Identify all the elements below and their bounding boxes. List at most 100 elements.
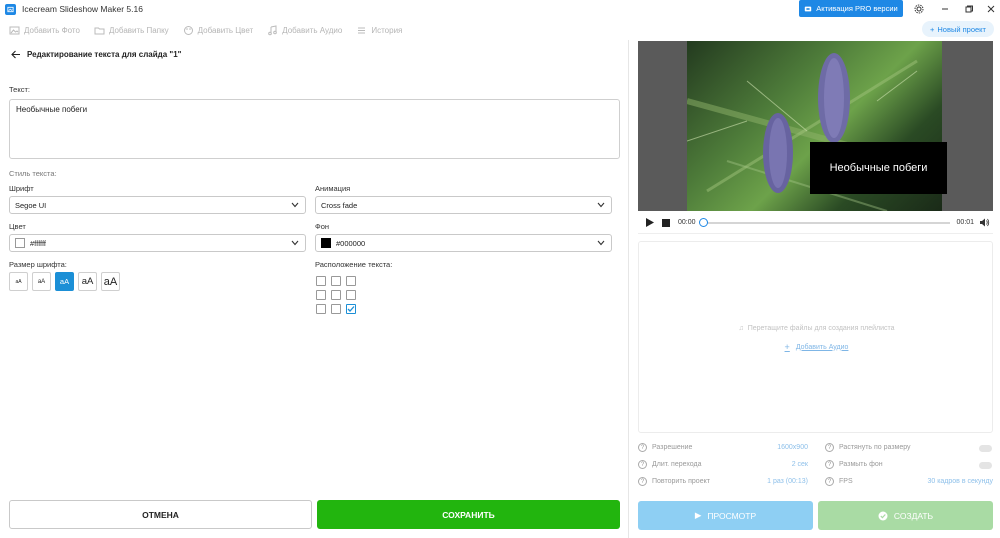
add-folder-button[interactable]: Добавить Папку [94,25,169,36]
play-icon[interactable] [646,218,654,227]
new-project-label: Новый проект [937,24,986,34]
background-color-value: #000000 [336,238,366,248]
font-select[interactable]: Segoe UI [9,196,306,214]
app-logo-icon [5,3,16,15]
text-editor-panel: Редактирование текста для слайда "1" Тек… [0,40,628,538]
font-size-option[interactable]: aA [78,272,97,291]
font-size-label: Размер шрифта: [9,260,67,269]
repeat-value[interactable]: 1 раз (00:13) [748,478,808,485]
resolution-value[interactable]: 1600x900 [758,444,808,451]
slide-preview: Необычные побеги [638,41,993,211]
history-label: История [371,25,403,35]
back-button[interactable]: Редактирование текста для слайда "1" [11,50,181,59]
current-time: 00:00 [678,219,696,226]
font-value: Segoe UI [15,200,47,210]
blur-toggle[interactable] [979,462,992,469]
position-middle-center-checkbox[interactable] [331,290,341,300]
cancel-button[interactable]: ОТМЕНА [9,500,312,529]
editor-title: Редактирование текста для слайда "1" [27,50,182,59]
text-position-label: Расположение текста: [315,260,393,269]
color-swatch [15,238,25,248]
position-bottom-center-checkbox[interactable] [331,304,341,314]
stretch-label: Растянуть по размеру [839,444,911,451]
text-color-select[interactable]: #ffffff [9,234,306,252]
animation-select[interactable]: Cross fade [315,196,612,214]
dropzone-hint-text: Перетащите файлы для создания плейлиста [747,325,895,332]
resolution-label: Разрешение [652,444,693,451]
chevron-down-icon [597,240,605,246]
background-color-select[interactable]: #000000 [315,234,612,252]
add-photo-button[interactable]: Добавить Фото [9,25,80,36]
slide-caption: Необычные побеги [810,142,947,194]
seek-handle[interactable] [698,217,708,227]
preview-label: ПРОСМОТР [707,510,757,521]
save-button[interactable]: СОХРАНИТЬ [317,500,620,529]
font-size-option-selected[interactable]: aA [55,272,74,291]
font-size-option[interactable]: aA [32,272,51,291]
add-audio-button[interactable]: Добавить Аудио [267,24,343,36]
key-icon [805,6,812,11]
checkmark-icon [347,306,355,312]
restore-icon[interactable] [962,2,976,16]
fps-value[interactable]: 30 кадров в секунду [908,478,993,485]
position-top-right-checkbox[interactable] [346,276,356,286]
create-button[interactable]: СОЗДАТЬ [818,501,993,530]
transition-value[interactable]: 2 сек [758,461,808,468]
add-color-label: Добавить Цвет [197,25,254,35]
add-audio-label: Добавить Аудио [282,25,343,35]
photo-icon [9,26,20,34]
palette-icon [183,25,193,35]
help-icon[interactable]: ? [638,443,647,452]
create-label: СОЗДАТЬ [893,510,934,521]
gear-icon[interactable] [912,2,926,16]
position-middle-right-checkbox[interactable] [346,290,356,300]
help-icon[interactable]: ? [825,443,834,452]
stretch-toggle[interactable] [979,445,992,452]
position-top-center-checkbox[interactable] [331,276,341,286]
animation-label: Анимация [315,184,351,193]
preview-button[interactable]: ▶ ПРОСМОТР [638,501,813,530]
new-project-button[interactable]: + Новый проект [922,21,994,37]
stop-icon[interactable] [662,218,670,227]
color-label: Цвет [9,222,26,231]
menu-lines-icon [358,27,366,33]
slide-text-input[interactable]: Необычные побеги [9,99,620,159]
position-top-left-checkbox[interactable] [316,276,326,286]
player-controls: 00:00 00:01 [638,212,993,234]
add-audio-link[interactable]: + Добавить Аудио [639,342,994,352]
font-label: Шрифт [9,184,34,193]
repeat-label: Повторить проект [652,478,710,485]
background-swatch [321,238,331,248]
help-icon[interactable]: ? [825,477,834,486]
text-position-grid [316,276,356,314]
minimize-icon[interactable] [938,2,952,16]
position-middle-left-checkbox[interactable] [316,290,326,300]
seek-slider[interactable] [698,217,950,227]
font-size-option[interactable]: aA [101,272,120,291]
activate-pro-button[interactable]: Активация PRO версии [799,0,903,17]
add-color-button[interactable]: Добавить Цвет [183,25,254,36]
dropzone-hint: ♫ Перетащите файлы для создания плейлист… [639,325,994,332]
fps-setting: ? FPS [825,477,853,486]
font-size-options: aA aA aA aA aA [9,272,120,291]
transition-label: Длит. перехода [652,461,702,468]
position-bottom-right-checkbox[interactable] [346,304,356,314]
blur-setting: ? Размыть фон [825,460,883,469]
font-size-option[interactable]: aA [9,272,28,291]
help-icon[interactable]: ? [638,460,647,469]
position-bottom-left-checkbox[interactable] [316,304,326,314]
transition-setting: ? Длит. перехода [638,460,702,469]
panel-divider [628,40,629,538]
stretch-setting: ? Растянуть по размеру [825,443,911,452]
close-icon[interactable] [984,2,998,16]
repeat-setting: ? Повторить проект [638,477,710,486]
add-photo-label: Добавить Фото [24,25,80,35]
audio-playlist-dropzone[interactable]: ♫ Перетащите файлы для создания плейлист… [638,241,993,433]
animation-value: Cross fade [321,200,358,210]
history-button[interactable]: История [356,25,402,36]
fps-label: FPS [839,478,853,485]
volume-icon[interactable] [979,217,990,228]
background-label: Фон [315,222,330,231]
help-icon[interactable]: ? [638,477,647,486]
help-icon[interactable]: ? [825,460,834,469]
